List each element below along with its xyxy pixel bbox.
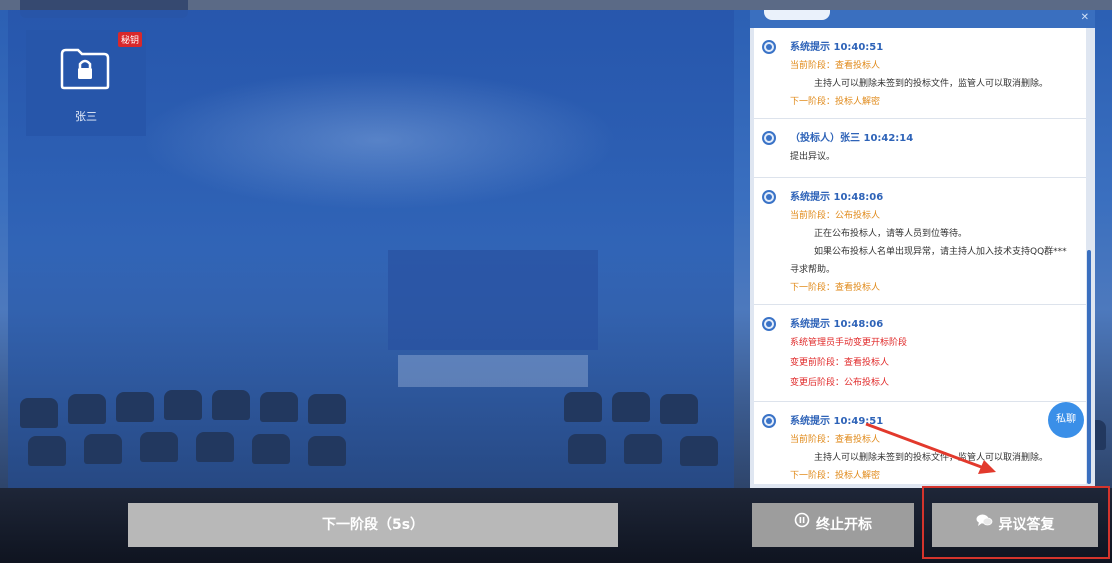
avatar-icon xyxy=(762,40,776,54)
seat xyxy=(252,434,290,464)
message-line: 主持人可以删除未签到的投标文件，监管人可以取消删除。 xyxy=(814,453,1049,463)
message-title: 系统提示 10:49:51 xyxy=(790,416,884,427)
message-line: 如果公布投标人名单出现异常，请主持人加入技术支持QQ群*** xyxy=(814,247,1067,257)
seat xyxy=(568,434,606,464)
seat xyxy=(212,390,250,420)
avatar-icon xyxy=(762,190,776,204)
avatar-icon xyxy=(762,317,776,331)
seat xyxy=(84,434,122,464)
chat-message: 系统提示 10:48:06 系统管理员手动变更开标阶段 变更前阶段：查看投标人 … xyxy=(754,305,1086,402)
message-line: 提出异议。 xyxy=(790,152,836,162)
seat xyxy=(68,394,106,424)
seat xyxy=(624,434,662,464)
seat xyxy=(564,392,602,422)
chat-scrollbar[interactable] xyxy=(1087,250,1091,484)
private-chat-button[interactable]: 私聊 xyxy=(1048,402,1084,438)
seat xyxy=(20,398,58,428)
chat-message: 系统提示 10:48:06 当前阶段：公布投标人 正在公布投标人，请等人员到位等… xyxy=(754,178,1086,305)
chat-header: ✕ xyxy=(750,10,1095,28)
chat-messages: 系统提示 10:40:51 当前阶段：查看投标人 主持人可以删除未签到的投标文件… xyxy=(754,28,1086,484)
seat xyxy=(140,432,178,462)
close-icon[interactable]: ✕ xyxy=(1081,12,1089,23)
message-title: （投标人）张三 10:42:14 xyxy=(790,133,914,144)
bidder-name: 张三 xyxy=(75,110,97,123)
seat xyxy=(196,432,234,462)
chat-tab[interactable] xyxy=(764,10,830,20)
message-line: 主持人可以删除未签到的投标文件，监管人可以取消删除。 xyxy=(814,79,1049,89)
seat xyxy=(308,436,346,466)
message-title: 系统提示 10:48:06 xyxy=(790,192,884,203)
lock-folder-icon xyxy=(60,48,110,90)
chat-message: 系统提示 10:40:51 当前阶段：查看投标人 主持人可以删除未签到的投标文件… xyxy=(754,28,1086,119)
stop-opening-button[interactable]: 终止开标 xyxy=(752,503,914,547)
message-line: 变更前阶段：查看投标人 xyxy=(790,358,890,368)
seat xyxy=(308,394,346,424)
message-line: 当前阶段：查看投标人 xyxy=(790,61,881,71)
pause-circle-icon xyxy=(794,503,810,547)
objection-reply-button[interactable]: 异议答复 xyxy=(932,503,1098,547)
seat xyxy=(28,436,66,466)
message-line: 系统管理员手动变更开标阶段 xyxy=(790,338,908,348)
seat xyxy=(612,392,650,422)
reply-label: 异议答复 xyxy=(998,517,1055,533)
meeting-stage: 秘钥 张三 ✕ 系统提示 10:40:51 当前阶段：查看投标人 主持人可以删除… xyxy=(0,0,1112,563)
message-line: 下一阶段：查看投标人 xyxy=(790,283,881,293)
stop-label: 终止开标 xyxy=(816,517,872,533)
avatar-icon xyxy=(762,131,776,145)
message-line: 当前阶段：查看投标人 xyxy=(790,435,881,445)
seat xyxy=(660,394,698,424)
message-line: 寻求帮助。 xyxy=(790,265,836,275)
hall-light xyxy=(138,70,618,210)
next-stage-label: 下一阶段（5s） xyxy=(321,517,425,533)
seat xyxy=(116,392,154,422)
message-line: 变更后阶段：公布投标人 xyxy=(790,378,890,388)
message-line: 下一阶段：投标人解密 xyxy=(790,471,881,481)
avatar-icon xyxy=(762,414,776,428)
next-stage-button[interactable]: 下一阶段（5s） xyxy=(128,503,618,547)
seat xyxy=(164,390,202,420)
chat-message: 系统提示 10:49:51 当前阶段：查看投标人 主持人可以删除未签到的投标文件… xyxy=(754,402,1086,484)
message-title: 系统提示 10:48:06 xyxy=(790,319,884,330)
chat-panel: ✕ 系统提示 10:40:51 当前阶段：查看投标人 主持人可以删除未签到的投标… xyxy=(750,10,1095,488)
chat-message: （投标人）张三 10:42:14 提出异议。 xyxy=(754,119,1086,178)
message-line: 正在公布投标人，请等人员到位等待。 xyxy=(814,229,968,239)
seat xyxy=(260,392,298,422)
key-badge: 秘钥 xyxy=(117,32,142,47)
message-line: 下一阶段：投标人解密 xyxy=(790,97,881,107)
message-line: 当前阶段：公布投标人 xyxy=(790,211,881,221)
chat-bubbles-icon xyxy=(976,503,993,547)
bidder-tile[interactable]: 秘钥 张三 xyxy=(26,30,146,136)
message-title: 系统提示 10:40:51 xyxy=(790,42,884,53)
seat xyxy=(680,436,718,466)
hall-screen xyxy=(388,250,598,350)
